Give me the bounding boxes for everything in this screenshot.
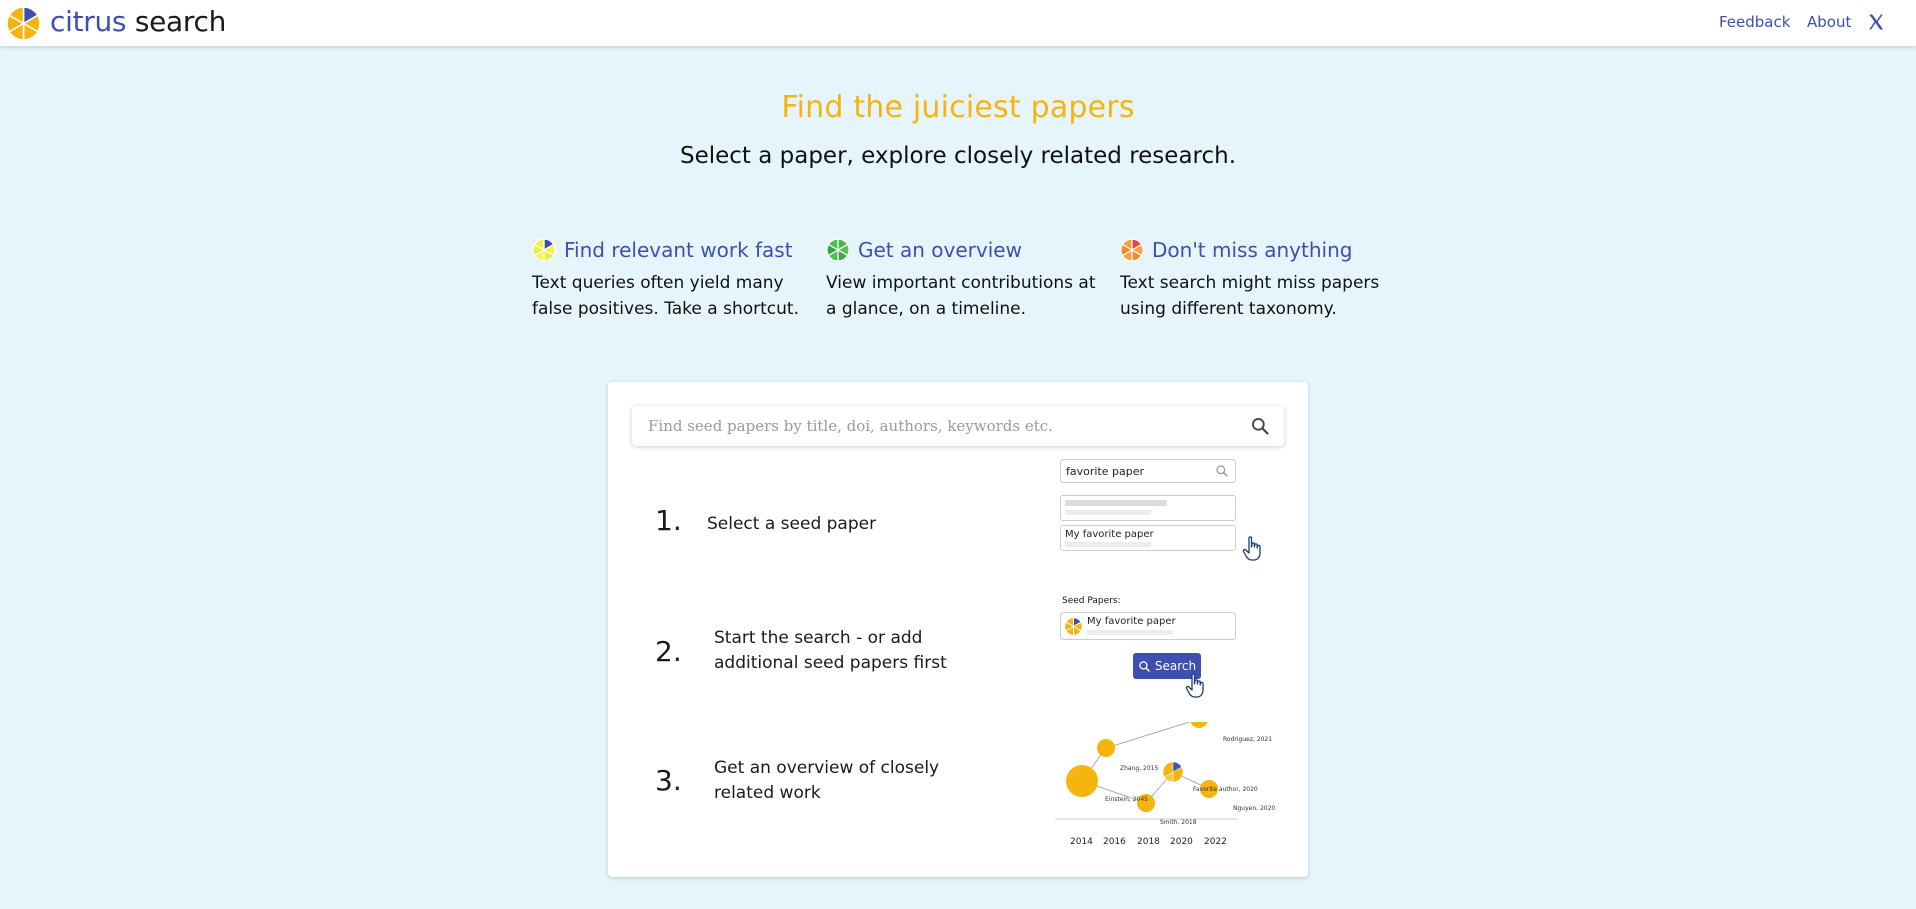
illus-query-text: favorite paper — [1066, 465, 1145, 478]
feature-title: Find relevant work fast — [564, 238, 793, 262]
illus-seed-papers-label: Seed Papers: — [1062, 596, 1121, 606]
step-2-text: Start the search - or add additional see… — [714, 628, 947, 673]
green-citrus-icon — [826, 238, 850, 262]
citrus-logo-icon — [1064, 617, 1083, 636]
hand-cursor-icon — [1242, 536, 1261, 561]
illus-seed-item-text: My favorite paper — [1087, 616, 1176, 627]
nav-feedback-link[interactable]: Feedback — [1719, 13, 1790, 31]
feature-title: Don't miss anything — [1152, 238, 1353, 262]
citrus-logo-icon[interactable] — [6, 6, 41, 41]
search-icon[interactable] — [1250, 416, 1270, 436]
illus-node-label: Einstein, 2045 — [1105, 796, 1148, 803]
search-icon — [1216, 465, 1228, 477]
feature-description: Text search might miss papers using diff… — [1120, 273, 1380, 319]
step-3-text: Get an overview of closely related work — [714, 758, 940, 803]
illus-result-placeholder — [1060, 495, 1236, 521]
illus-node-label: Smith, 2018 — [1160, 819, 1197, 826]
step-3-number: 3. — [655, 764, 682, 797]
illus-node-label: Nguyen, 2020 — [1233, 805, 1276, 812]
feature-dont-miss: Don't miss anything Text search might mi… — [1120, 236, 1410, 322]
illus-axis-year: 2018 — [1137, 837, 1160, 847]
feature-description: View important contributions at a glance… — [826, 273, 1096, 319]
hero-subtitle: Select a paper, explore closely related … — [679, 143, 1237, 169]
illus-axis-year: 2016 — [1103, 837, 1126, 847]
brand-part-search: search — [134, 5, 227, 38]
x-logo-icon[interactable] — [1867, 13, 1885, 31]
step-1-number: 1. — [655, 504, 682, 537]
feature-description: Text queries often yield many false posi… — [532, 273, 799, 319]
search-card: 1. Select a seed paper favorite paper My… — [608, 382, 1308, 877]
illus-axis-year: 2014 — [1070, 837, 1093, 847]
search-icon — [1139, 660, 1150, 672]
hero-title: Find the juiciest papers — [781, 90, 1135, 125]
seed-search-input[interactable] — [632, 406, 1232, 446]
illus-result-favorite: My favorite paper — [1060, 525, 1236, 551]
illus-axis-year: 2020 — [1170, 837, 1193, 847]
hand-cursor-icon — [1185, 673, 1204, 698]
step-2-number: 2. — [655, 635, 682, 668]
illus-node-label: Zhang, 2015 — [1120, 765, 1159, 772]
feature-overview: Get an overview View important contribut… — [826, 236, 1116, 322]
feature-title: Get an overview — [858, 238, 1022, 262]
seed-search-box — [632, 406, 1284, 446]
orange-slice-icon — [1120, 238, 1144, 262]
brand-part-citrus: citrus — [50, 5, 127, 38]
illus-search-button-label: Search — [1154, 659, 1197, 673]
step-1-text: Select a seed paper — [707, 514, 877, 534]
illus-node-label: Rodriguez, 2021 — [1223, 736, 1273, 743]
feature-find-relevant: Find relevant work fast Text queries oft… — [532, 236, 822, 322]
lime-slice-icon — [532, 238, 556, 262]
favorite-paper-node — [1162, 761, 1184, 783]
illus-query-field: favorite paper — [1060, 459, 1236, 483]
brand-wordmark[interactable]: citrus search — [50, 5, 226, 39]
illus-node-label: Favorite author, 2020 — [1193, 786, 1258, 793]
illus-result-text: My favorite paper — [1065, 529, 1154, 540]
illus-axis-year: 2022 — [1204, 837, 1227, 847]
top-navbar: citrus search Feedback About — [0, 0, 1916, 46]
nav-about-link[interactable]: About — [1807, 13, 1851, 31]
illus-seed-item: My favorite paper — [1060, 612, 1236, 640]
